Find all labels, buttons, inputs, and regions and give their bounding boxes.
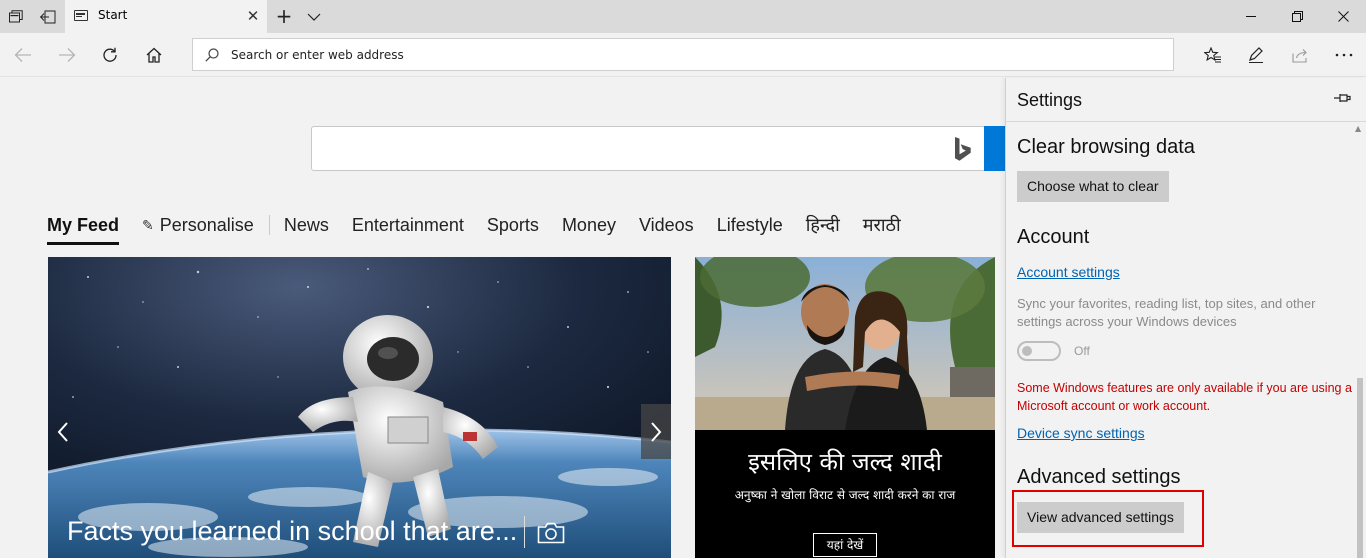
forward-icon xyxy=(59,48,76,62)
highlight-box xyxy=(1012,490,1204,547)
tab-list-button[interactable] xyxy=(303,6,325,28)
address-bar[interactable] xyxy=(192,38,1174,71)
address-input[interactable] xyxy=(231,45,1131,65)
account-heading: Account xyxy=(1017,226,1090,248)
featured-news-card[interactable]: Facts you learned in school that are... xyxy=(48,257,671,558)
tab-preview-button[interactable] xyxy=(0,0,32,33)
settings-title: Settings xyxy=(1017,90,1083,110)
feed-tab-sports[interactable]: Sports xyxy=(487,215,539,236)
featured-card-caption[interactable]: Facts you learned in school that are... xyxy=(67,516,517,547)
forward-button[interactable] xyxy=(52,40,82,70)
favorites-button[interactable] xyxy=(1198,40,1228,70)
pen-icon xyxy=(1249,47,1263,63)
tab-strip: Start ✕ + xyxy=(0,0,1366,33)
feed-nav-divider xyxy=(268,215,270,235)
settings-panel: Settings Clear browsing data Choose what… xyxy=(1005,78,1366,558)
account-settings-link[interactable]: Account settings xyxy=(1017,264,1120,280)
maximize-button[interactable] xyxy=(1274,0,1320,33)
feed-tab-videos[interactable]: Videos xyxy=(639,215,694,236)
scrollbar-thumb[interactable] xyxy=(1357,378,1363,558)
carousel-next-button[interactable] xyxy=(641,404,671,459)
sync-description: Sync your favorites, reading list, top s… xyxy=(1017,296,1316,329)
chevron-right-icon xyxy=(651,421,662,442)
home-button[interactable] xyxy=(139,40,169,70)
caption-divider xyxy=(524,516,525,548)
settings-header: Settings xyxy=(1006,78,1366,122)
refresh-icon xyxy=(103,47,117,62)
side-card-see-button[interactable]: यहां देखें xyxy=(813,533,877,557)
clear-browsing-heading: Clear browsing data xyxy=(1017,136,1195,158)
tab-preview-icon xyxy=(9,9,23,22)
home-icon xyxy=(146,47,162,63)
navigation-bar xyxy=(0,33,1366,77)
minimize-icon xyxy=(1245,16,1256,17)
bing-search-input[interactable] xyxy=(322,137,922,161)
share-icon xyxy=(1291,48,1307,63)
refresh-button[interactable] xyxy=(95,40,125,70)
favorites-icon xyxy=(1204,47,1221,63)
feed-tab-lifestyle[interactable]: Lifestyle xyxy=(717,215,783,236)
tab-favicon xyxy=(74,10,88,21)
chevron-left-icon xyxy=(57,421,68,442)
new-tab-icon[interactable]: + xyxy=(271,4,297,30)
search-icon xyxy=(205,48,219,62)
scroll-up-arrow[interactable]: ▲ xyxy=(1355,124,1361,133)
account-warning: Some Windows features are only available… xyxy=(1017,381,1352,413)
feed-tab-news[interactable]: News xyxy=(284,215,329,236)
feed-tab-my-feed[interactable]: My Feed xyxy=(47,215,120,245)
back-button[interactable] xyxy=(8,40,38,70)
tab-start[interactable]: Start ✕ xyxy=(65,0,267,33)
device-sync-settings-link[interactable]: Device sync settings xyxy=(1017,425,1145,441)
carousel-prev-button[interactable] xyxy=(48,404,78,459)
pin-icon[interactable] xyxy=(1333,91,1351,105)
camera-icon[interactable] xyxy=(537,522,565,544)
couple-photo xyxy=(695,257,995,430)
more-button[interactable] xyxy=(1329,40,1359,70)
pencil-icon[interactable]: ✎ xyxy=(142,217,154,234)
settings-scrollbar[interactable]: ▲ xyxy=(1353,122,1366,558)
set-aside-tabs-button[interactable] xyxy=(32,0,64,33)
feed-tab-entertainment[interactable]: Entertainment xyxy=(352,215,464,236)
side-news-card[interactable]: इसलिए की जल्द शादी अनुष्का ने खोला विराट… xyxy=(695,257,995,558)
close-icon[interactable]: ✕ xyxy=(245,8,261,24)
window-close-button[interactable] xyxy=(1320,0,1366,33)
feed-tab-marathi[interactable]: मराठी xyxy=(863,213,901,237)
feed-nav: My Feed ✎ Personalise News Entertainment… xyxy=(47,210,924,245)
sync-toggle-label: Off xyxy=(1074,344,1090,358)
chevron-down-icon xyxy=(307,13,321,21)
feed-tab-money[interactable]: Money xyxy=(562,215,616,236)
start-page: My Feed ✎ Personalise News Entertainment… xyxy=(0,78,1005,558)
window-close-icon xyxy=(1337,11,1349,22)
bing-icon[interactable] xyxy=(952,136,974,162)
bing-search-box[interactable] xyxy=(311,126,1005,171)
astronaut-image xyxy=(48,257,671,558)
feed-tab-personalise[interactable]: Personalise xyxy=(160,215,254,236)
more-icon xyxy=(1335,53,1353,57)
back-icon xyxy=(14,48,31,62)
tab-title: Start xyxy=(98,8,128,22)
web-note-button[interactable] xyxy=(1241,40,1271,70)
minimize-button[interactable] xyxy=(1228,0,1274,33)
maximize-icon xyxy=(1291,11,1303,22)
share-button[interactable] xyxy=(1285,40,1315,70)
advanced-settings-heading: Advanced settings xyxy=(1017,466,1181,488)
side-card-subtitle: अनुष्का ने खोला विराट से जल्द शादी करने … xyxy=(734,488,956,502)
sync-toggle[interactable] xyxy=(1017,341,1061,361)
set-aside-tabs-icon xyxy=(40,10,56,23)
choose-what-to-clear-button[interactable]: Choose what to clear xyxy=(1017,171,1169,202)
side-card-headline: इसलिए की जल्द शादी xyxy=(748,448,942,476)
toggle-knob xyxy=(1022,346,1032,356)
bing-search-button[interactable] xyxy=(984,126,1005,171)
feed-tab-hindi[interactable]: हिन्दी xyxy=(806,213,840,237)
